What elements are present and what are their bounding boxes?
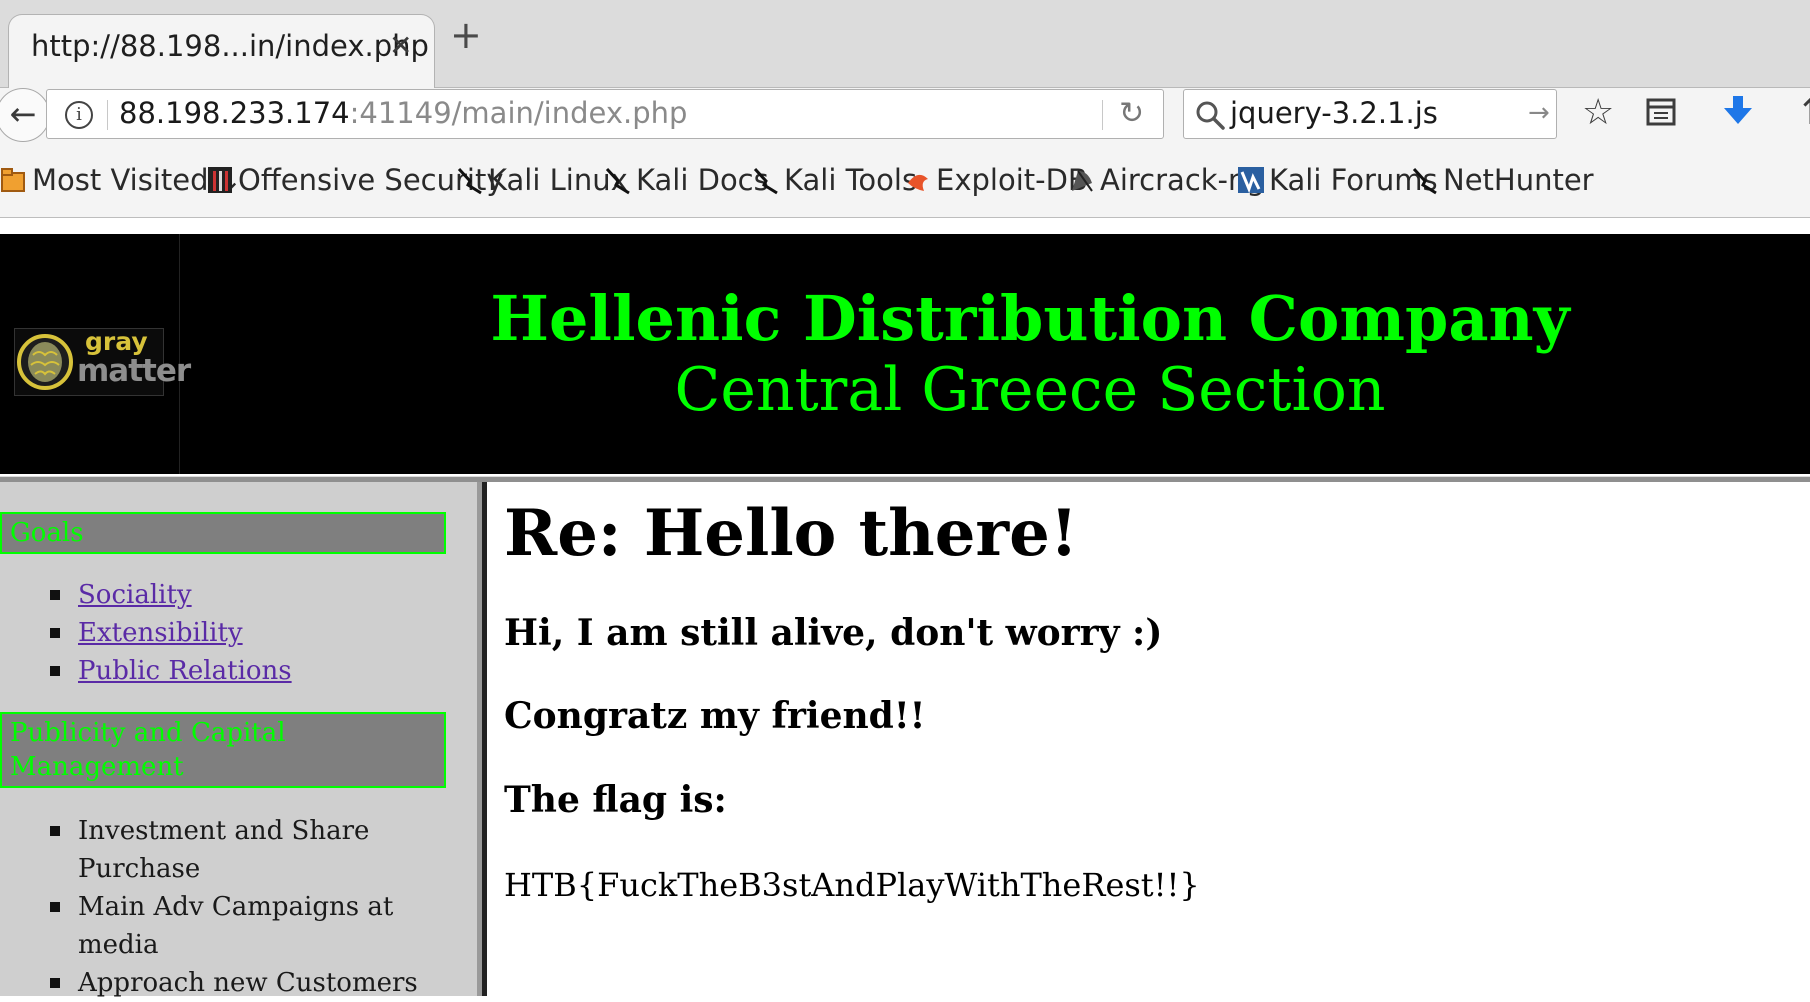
logo-cell: gray matter: [0, 234, 191, 474]
url-path: :41149/main/index.php: [349, 96, 688, 130]
post-line-alive: Hi, I am still alive, don't worry :): [504, 612, 1163, 654]
search-bar[interactable]: jquery-3.2.1.js →: [1183, 89, 1557, 139]
kali-forums-icon: [1238, 167, 1264, 194]
new-tab-button[interactable]: +: [450, 16, 482, 54]
bookmark-kali-forums[interactable]: Kali Forums: [1237, 163, 1438, 197]
publicity-list: Investment and Share Purchase Main Adv C…: [48, 812, 448, 1002]
url-text[interactable]: 88.198.233.174:41149/main/index.php: [119, 96, 687, 130]
bookmark-nethunter[interactable]: NetHunter: [1411, 163, 1594, 197]
tab-title: http://88.198...in/index.php: [31, 29, 429, 63]
bookmark-aircrack-ng[interactable]: Aircrack-ng: [1068, 163, 1265, 197]
info-icon[interactable]: i: [65, 101, 93, 129]
list-item: Sociality: [48, 576, 448, 614]
bookmarks-toolbar: Most Visited ⌄ Offensive Security Kali L…: [0, 158, 1810, 218]
bookmark-label: Kali Docs: [636, 163, 769, 197]
search-go-icon[interactable]: →: [1528, 98, 1550, 128]
url-bar[interactable]: i 88.198.233.174:41149/main/index.php ↻: [46, 89, 1164, 139]
tab-strip: http://88.198...in/index.php ✕ +: [0, 0, 1810, 89]
link-sociality[interactable]: Sociality: [78, 580, 192, 610]
kali-icon: [457, 167, 482, 195]
download-icon[interactable]: [1722, 92, 1754, 137]
list-item: Main Adv Campaigns at media: [48, 888, 448, 964]
bookmark-kali-linux[interactable]: Kali Linux: [456, 163, 628, 197]
post-line-flag-label: The flag is:: [504, 779, 727, 821]
bookmark-exploit-db[interactable]: Exploit-DB: [904, 163, 1088, 197]
reload-separator: [1102, 100, 1103, 130]
tab-close-icon[interactable]: ✕: [389, 29, 412, 62]
main-content: Re: Hello there! Hi, I am still alive, d…: [492, 482, 1810, 996]
most-visited-icon: [1, 168, 25, 192]
back-button[interactable]: ←: [0, 88, 50, 142]
bookmark-label: Exploit-DB: [936, 163, 1088, 197]
bookmark-star-icon[interactable]: ☆: [1582, 92, 1614, 133]
graymatter-logo[interactable]: gray matter: [14, 327, 191, 396]
link-extensibility[interactable]: Extensibility: [78, 618, 243, 648]
kali-icon: [1412, 167, 1437, 195]
bookmark-label: Kali Tools: [784, 163, 918, 197]
aircrack-icon: [1072, 170, 1093, 192]
post-line-congratz: Congratz my friend!!: [504, 695, 926, 737]
sidebar-heading-goals: Goals: [0, 512, 446, 554]
search-input[interactable]: jquery-3.2.1.js: [1230, 96, 1438, 130]
sidebar: Goals Sociality Extensibility Public Rel…: [0, 482, 487, 998]
list-item: Approach new Customers: [48, 964, 448, 1002]
navigation-bar: ← i 88.198.233.174:41149/main/index.php …: [0, 88, 1810, 158]
tab-active[interactable]: http://88.198...in/index.php ✕: [8, 14, 435, 89]
web-page: gray matter Hellenic Distribution Compan…: [0, 218, 1810, 998]
sidebar-heading-publicity: Publicity and Capital Management: [0, 712, 446, 788]
reload-icon[interactable]: ↻: [1119, 96, 1144, 131]
url-separator: [107, 100, 108, 130]
logo-text-bottom: matter: [77, 353, 191, 389]
bookmark-label: Most Visited: [32, 163, 209, 197]
bookmark-label: NetHunter: [1443, 163, 1594, 197]
library-icon[interactable]: [1645, 92, 1677, 137]
site-subtitle: Central Greece Section: [674, 355, 1386, 425]
search-icon: [1196, 101, 1225, 130]
link-public-relations[interactable]: Public Relations: [78, 656, 292, 686]
post-title: Re: Hello there!: [504, 496, 1078, 571]
list-item: Investment and Share Purchase: [48, 812, 448, 888]
logo-text-top: gray: [85, 327, 148, 356]
site-header: gray matter Hellenic Distribution Compan…: [0, 234, 1810, 474]
browser-chrome: http://88.198...in/index.php ✕ + ← i 88.…: [0, 0, 1810, 218]
brain-icon: [17, 334, 73, 390]
kali-icon: [605, 167, 630, 195]
kali-icon: [753, 167, 778, 195]
goals-list: Sociality Extensibility Public Relations: [48, 576, 448, 690]
site-title: Hellenic Distribution Company: [490, 282, 1570, 355]
offensive-security-icon: [208, 167, 232, 193]
list-item: Extensibility: [48, 614, 448, 652]
exploit-db-icon: [908, 174, 928, 191]
bookmark-kali-tools[interactable]: Kali Tools: [752, 163, 917, 197]
url-host: 88.198.233.174: [119, 96, 350, 130]
overflow-icon[interactable]: ↑: [1796, 92, 1810, 133]
list-item: Public Relations: [48, 652, 448, 690]
bookmark-kali-docs[interactable]: Kali Docs: [604, 163, 769, 197]
flag-text: HTB{FuckTheB3stAndPlayWithTheRest!!}: [504, 866, 1200, 904]
